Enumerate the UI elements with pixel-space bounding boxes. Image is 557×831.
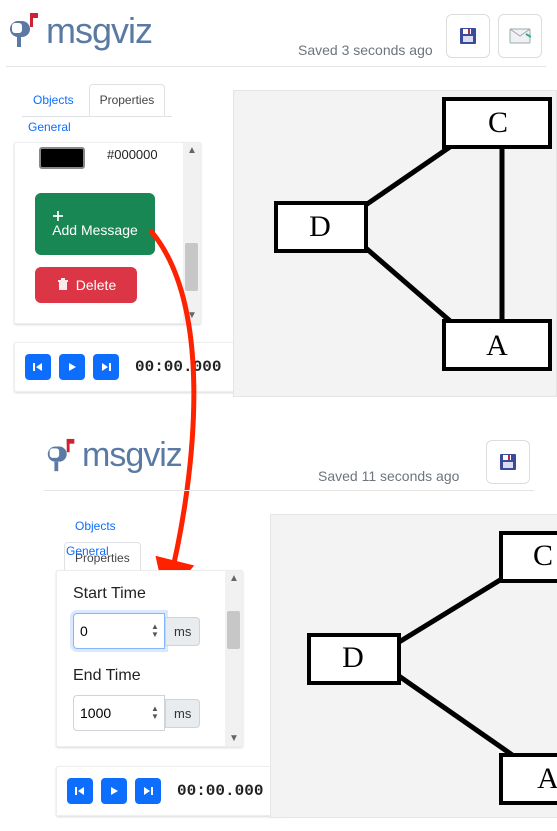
skip-forward-icon [143, 786, 153, 796]
floppy-disk-icon [498, 452, 518, 472]
scrollbar-thumb[interactable] [185, 243, 198, 291]
save-button-bottom[interactable] [486, 440, 530, 484]
node-c-label: C [533, 539, 553, 572]
saved-status: Saved 3 seconds ago [298, 42, 433, 58]
saved-status-bottom: Saved 11 seconds ago [318, 468, 459, 484]
graph-canvas-bottom[interactable]: D C A [270, 514, 557, 818]
save-button[interactable] [446, 14, 490, 58]
color-swatch[interactable] [39, 147, 85, 169]
logo-bottom: msgviz [44, 436, 182, 475]
scroll-down-icon[interactable]: ▼ [229, 733, 239, 744]
start-time-label: Start Time [73, 585, 146, 603]
unit-label: ms [165, 699, 200, 728]
skip-forward-button[interactable] [93, 354, 119, 380]
sub-tab-general[interactable]: General [28, 120, 71, 134]
node-a-label: A [537, 762, 557, 795]
play-icon [109, 786, 119, 796]
trash-icon [56, 278, 70, 292]
delete-button[interactable]: Delete [35, 267, 137, 303]
time-display: 00:00.000 [135, 358, 221, 376]
node-d-label: D [309, 210, 331, 243]
tab-objects-bottom[interactable]: Objects [64, 510, 127, 542]
unit-label: ms [165, 617, 200, 646]
floppy-disk-icon [458, 26, 478, 46]
skip-back-button[interactable] [25, 354, 51, 380]
mailbox-icon [6, 11, 44, 51]
node-c-label: C [488, 106, 508, 139]
scroll-up-icon[interactable]: ▲ [229, 573, 239, 584]
skip-forward-icon [101, 362, 111, 372]
start-time-input[interactable]: ▲▼ [73, 613, 165, 649]
time-display-bottom: 00:00.000 [177, 782, 263, 800]
stepper-arrows[interactable]: ▲▼ [146, 623, 164, 639]
end-time-label: End Time [73, 667, 141, 685]
add-message-button[interactable]: Add Message [35, 193, 155, 255]
tab-properties[interactable]: Properties [89, 84, 166, 116]
play-button[interactable] [101, 778, 127, 804]
scroll-up-icon[interactable]: ▲ [187, 145, 197, 156]
play-icon [67, 362, 77, 372]
email-button[interactable] [498, 14, 542, 58]
sub-tab-general-bottom[interactable]: General [66, 544, 109, 558]
color-value: #000000 [107, 147, 158, 162]
skip-back-icon [75, 786, 85, 796]
scrollbar-thumb[interactable] [227, 611, 240, 649]
mailbox-icon [44, 437, 80, 475]
node-a-label: A [486, 329, 508, 362]
graph-canvas[interactable]: D C A [233, 90, 557, 397]
skip-forward-button[interactable] [135, 778, 161, 804]
logo-text: msgviz [46, 10, 152, 52]
plus-icon [52, 210, 64, 222]
node-d-label: D [342, 641, 364, 674]
stepper-arrows[interactable]: ▲▼ [146, 705, 164, 721]
skip-back-button[interactable] [67, 778, 93, 804]
scroll-down-icon[interactable]: ▼ [187, 310, 197, 321]
logo-text-bottom: msgviz [82, 436, 182, 475]
play-button[interactable] [59, 354, 85, 380]
envelope-icon [509, 28, 531, 44]
skip-back-icon [33, 362, 43, 372]
tab-objects[interactable]: Objects [22, 84, 85, 116]
end-time-input[interactable]: ▲▼ [73, 695, 165, 731]
